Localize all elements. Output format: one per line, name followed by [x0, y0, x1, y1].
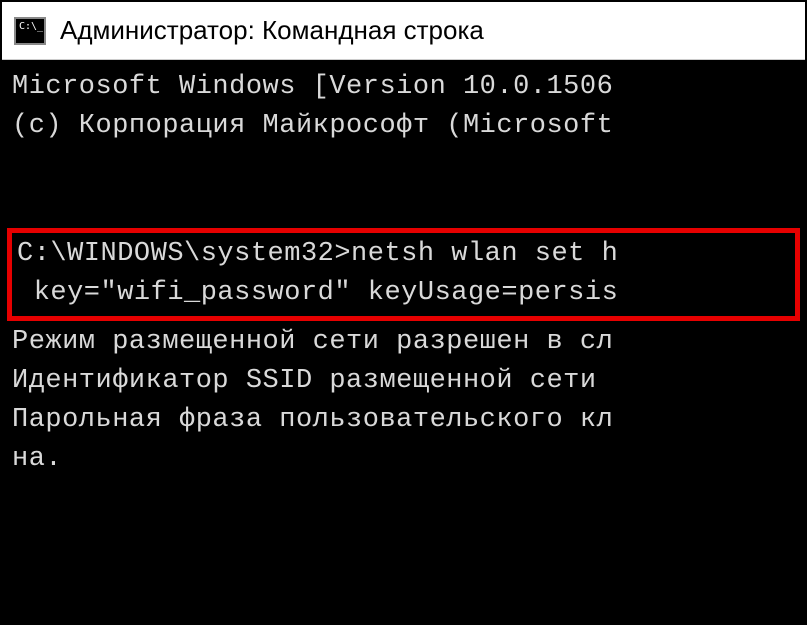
terminal-line-out2: Идентификатор SSID размещенной сети: [12, 362, 795, 401]
terminal-line-out4: на.: [12, 440, 795, 479]
titlebar[interactable]: Администратор: Командная строка: [2, 2, 805, 60]
window-title: Администратор: Командная строка: [60, 15, 484, 46]
blank-spacer: [12, 146, 795, 226]
command-prompt-window: Администратор: Командная строка Microsof…: [0, 0, 807, 625]
terminal-line-out3: Парольная фраза пользовательского кл: [12, 401, 795, 440]
terminal-line-version: Microsoft Windows [Version 10.0.1506: [12, 68, 795, 107]
terminal-line-copyright: (с) Корпорация Майкрософт (Microsoft: [12, 107, 795, 146]
terminal-line-cmd2: key="wifi_password" keyUsage=persis: [17, 274, 790, 313]
cmd-icon: [14, 17, 46, 45]
terminal-line-cmd1: C:\WINDOWS\system32>netsh wlan set h: [17, 235, 790, 274]
terminal-output[interactable]: Microsoft Windows [Version 10.0.1506 (с)…: [2, 60, 805, 623]
terminal-line-out1: Режим размещенной сети разрешен в сл: [12, 323, 795, 362]
highlighted-command: C:\WINDOWS\system32>netsh wlan set h key…: [7, 228, 800, 320]
